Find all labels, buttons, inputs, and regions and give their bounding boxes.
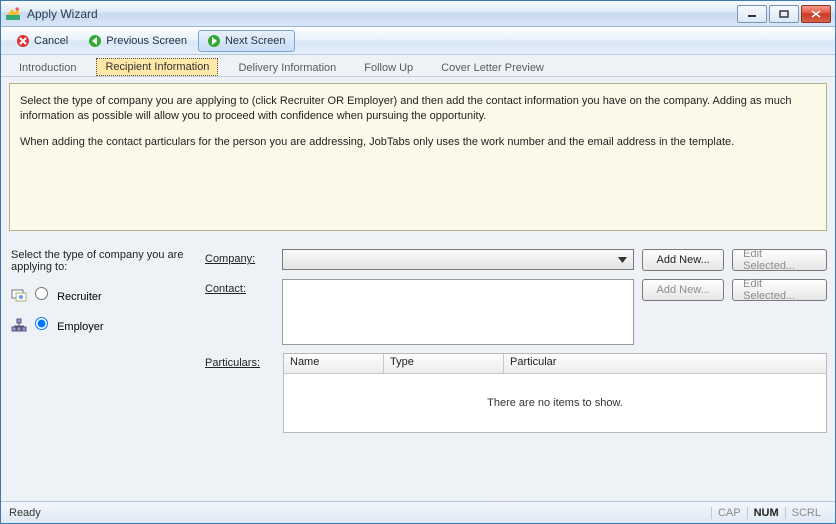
- status-cap: CAP: [711, 507, 747, 519]
- contact-edit-selected-button[interactable]: Edit Selected...: [732, 279, 827, 301]
- column-particular[interactable]: Particular: [504, 354, 826, 373]
- company-label: Company:: [205, 249, 282, 265]
- employer-radio[interactable]: [35, 317, 48, 330]
- status-indicators: CAP NUM SCRL: [711, 507, 827, 519]
- tab-strip: Introduction Recipient Information Deliv…: [1, 55, 835, 77]
- employer-option: Employer: [11, 317, 205, 333]
- content-area: Select the type of company you are apply…: [1, 77, 835, 501]
- particulars-grid: Name Type Particular There are no items …: [283, 353, 827, 433]
- company-type-panel: Select the type of company you are apply…: [9, 249, 205, 333]
- maximize-button[interactable]: [769, 5, 799, 23]
- close-icon: [811, 10, 821, 18]
- column-name[interactable]: Name: [284, 354, 384, 373]
- company-add-new-button[interactable]: Add New...: [642, 249, 724, 271]
- contact-row: Contact: Add New... Edit Selected...: [205, 279, 827, 345]
- grid-empty-message: There are no items to show.: [284, 374, 826, 432]
- app-window: Apply Wizard Cancel Previous Screen: [0, 0, 836, 524]
- grid-header: Name Type Particular: [284, 354, 826, 374]
- status-num: NUM: [747, 507, 785, 519]
- form-area: Select the type of company you are apply…: [9, 249, 827, 441]
- tab-cover-letter-preview[interactable]: Cover Letter Preview: [433, 60, 552, 76]
- close-button[interactable]: [801, 5, 831, 23]
- company-combo[interactable]: [282, 249, 634, 270]
- tab-follow-up[interactable]: Follow Up: [356, 60, 421, 76]
- select-type-prompt: Select the type of company you are apply…: [11, 249, 205, 273]
- employer-radio-label[interactable]: Employer: [35, 317, 104, 333]
- recruiter-radio-label[interactable]: Recruiter: [35, 287, 102, 303]
- company-row: Company: Add New... Edit Selected...: [205, 249, 827, 271]
- info-paragraph-1: Select the type of company you are apply…: [20, 94, 816, 125]
- next-label: Next Screen: [225, 35, 286, 47]
- next-icon: [207, 34, 221, 48]
- next-screen-button[interactable]: Next Screen: [198, 30, 295, 52]
- app-icon: [5, 6, 21, 22]
- recruiter-radio[interactable]: [35, 287, 48, 300]
- recruiter-icon: [11, 287, 27, 303]
- status-ready: Ready: [9, 507, 41, 519]
- cancel-button[interactable]: Cancel: [7, 30, 77, 52]
- info-paragraph-2: When adding the contact particulars for …: [20, 135, 816, 150]
- contact-textarea[interactable]: [282, 279, 634, 345]
- tab-recipient-information[interactable]: Recipient Information: [96, 58, 218, 76]
- tab-introduction[interactable]: Introduction: [11, 60, 84, 76]
- employer-icon: [11, 317, 27, 333]
- previous-icon: [88, 34, 102, 48]
- fields-panel: Company: Add New... Edit Selected... Con…: [205, 249, 827, 441]
- minimize-icon: [747, 10, 757, 18]
- cancel-icon: [16, 34, 30, 48]
- company-edit-selected-button[interactable]: Edit Selected...: [732, 249, 827, 271]
- maximize-icon: [779, 10, 789, 18]
- previous-screen-button[interactable]: Previous Screen: [79, 30, 196, 52]
- employer-text: Employer: [57, 321, 103, 333]
- status-scrl: SCRL: [785, 507, 827, 519]
- contact-label: Contact:: [205, 279, 282, 295]
- toolbar: Cancel Previous Screen Next Screen: [1, 27, 835, 55]
- window-title: Apply Wizard: [27, 7, 98, 21]
- status-bar: Ready CAP NUM SCRL: [1, 501, 835, 523]
- cancel-label: Cancel: [34, 35, 68, 47]
- previous-label: Previous Screen: [106, 35, 187, 47]
- info-box: Select the type of company you are apply…: [9, 83, 827, 231]
- recruiter-text: Recruiter: [57, 291, 102, 303]
- contact-add-new-button[interactable]: Add New...: [642, 279, 724, 301]
- chevron-down-icon: [614, 252, 631, 267]
- titlebar: Apply Wizard: [1, 1, 835, 27]
- column-type[interactable]: Type: [384, 354, 504, 373]
- particulars-row: Particulars: Name Type Particular There …: [205, 353, 827, 433]
- tab-delivery-information[interactable]: Delivery Information: [230, 60, 344, 76]
- minimize-button[interactable]: [737, 5, 767, 23]
- recruiter-option: Recruiter: [11, 287, 205, 303]
- particulars-label: Particulars:: [205, 353, 283, 369]
